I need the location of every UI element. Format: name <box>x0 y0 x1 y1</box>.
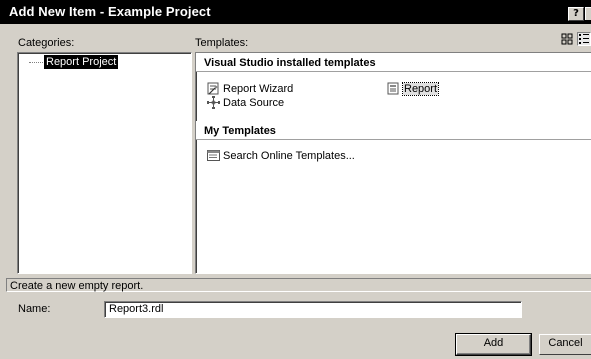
search-online-icon <box>207 150 220 161</box>
template-label: Report <box>401 82 440 96</box>
group-header-my-templates: My Templates <box>204 125 276 137</box>
template-report[interactable]: Report <box>387 81 440 97</box>
name-input[interactable]: Report3.rdl <box>104 301 522 318</box>
title-bar: Add New Item - Example Project ? <box>0 0 591 24</box>
report-icon <box>387 82 399 95</box>
large-icons-icon <box>561 33 573 45</box>
list-view-icon <box>579 34 589 44</box>
category-item-report-project[interactable]: Report Project <box>44 55 119 69</box>
data-source-icon <box>207 96 220 109</box>
template-description: Create a new empty report. <box>6 278 591 292</box>
cancel-button[interactable]: Cancel <box>539 334 591 355</box>
template-label: Search Online Templates... <box>223 150 355 162</box>
templates-label: Templates: <box>195 37 249 49</box>
large-icons-view-button[interactable] <box>560 32 574 46</box>
help-button[interactable]: ? <box>568 7 584 21</box>
group-header-installed: Visual Studio installed templates <box>204 57 376 69</box>
categories-label: Categories: <box>18 37 75 49</box>
close-button[interactable] <box>585 7 591 20</box>
template-label: Data Source <box>223 97 285 109</box>
add-button[interactable]: Add <box>455 333 532 356</box>
categories-tree[interactable]: Report Project <box>17 52 192 274</box>
template-search-online[interactable]: Search Online Templates... <box>207 148 355 164</box>
templates-list[interactable]: Visual Studio installed templates Report… <box>195 52 591 274</box>
window-title: Add New Item - Example Project <box>9 4 211 19</box>
template-label: Report Wizard <box>223 83 294 95</box>
name-label: Name: <box>18 303 51 315</box>
small-icons-view-button[interactable] <box>577 32 591 46</box>
template-data-source[interactable]: Data Source <box>207 95 284 111</box>
report-wizard-icon <box>207 82 219 95</box>
